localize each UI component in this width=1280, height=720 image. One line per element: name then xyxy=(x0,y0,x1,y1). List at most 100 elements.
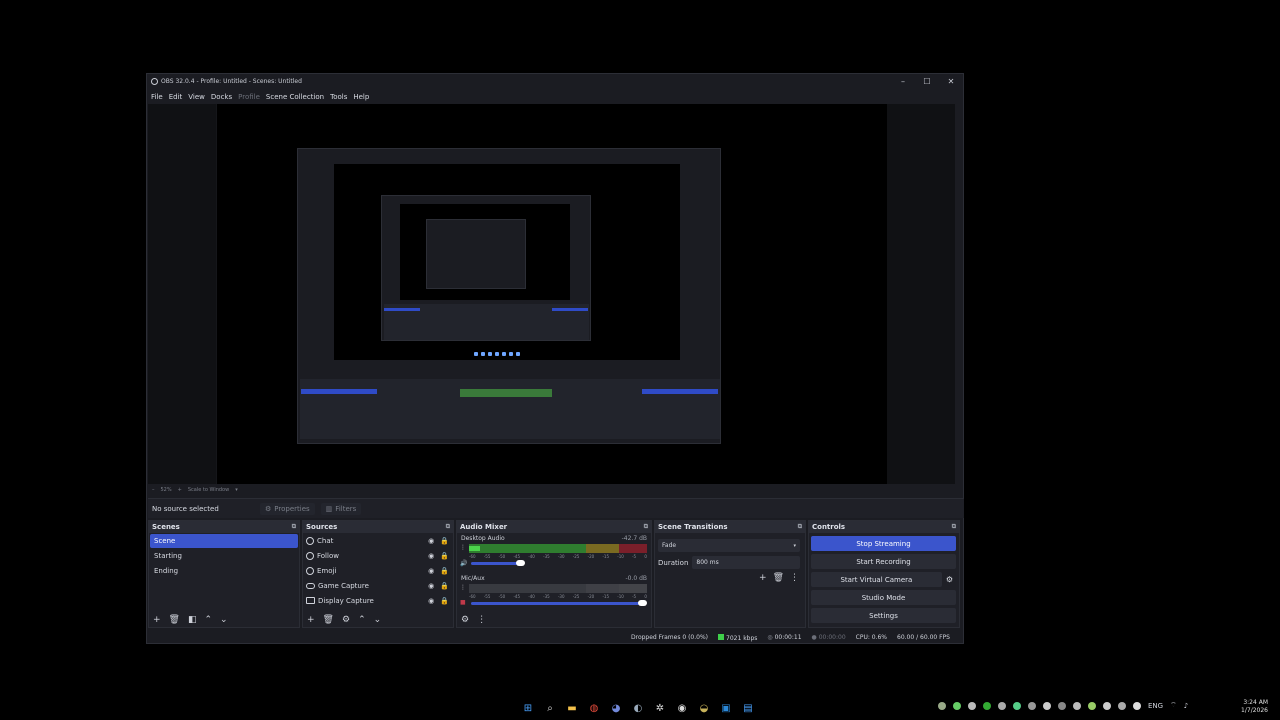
filters-button[interactable]: ▥ Filters xyxy=(320,502,362,515)
add-icon[interactable]: + xyxy=(759,573,767,583)
lock-icon[interactable]: 🔒 xyxy=(440,582,449,590)
menu-dots-icon[interactable]: ⋮ xyxy=(477,615,486,625)
arrow-down-icon[interactable]: ⌄ xyxy=(220,615,228,625)
tray-app-icon[interactable] xyxy=(1073,701,1081,710)
filter-icon[interactable]: ◧ xyxy=(188,615,197,625)
lock-icon[interactable]: 🔒 xyxy=(440,597,449,605)
app-icon[interactable]: ◒ xyxy=(696,700,712,716)
tray-app-icon[interactable] xyxy=(1058,701,1066,710)
scale-mode-select[interactable]: Scale to Window xyxy=(188,487,229,493)
slider-knob[interactable] xyxy=(516,560,525,566)
photos-icon[interactable]: ▤ xyxy=(740,700,756,716)
gear-icon[interactable]: ⚙ xyxy=(461,615,469,625)
language-indicator[interactable]: ENG xyxy=(1148,702,1163,710)
menu-profile[interactable]: Profile xyxy=(238,93,260,101)
zoom-in-button[interactable]: + xyxy=(178,487,182,493)
source-item-display-capture[interactable]: Display Capture ◉ 🔒 xyxy=(303,593,453,608)
chevron-down-icon[interactable]: ▾ xyxy=(235,487,238,493)
menu-tools[interactable]: Tools xyxy=(330,93,347,101)
undock-icon[interactable]: ⧉ xyxy=(798,523,802,531)
trash-icon[interactable]: 🗑 xyxy=(773,573,784,583)
menu-dots-icon[interactable]: ⋮ xyxy=(460,584,466,591)
lock-icon[interactable]: 🔒 xyxy=(440,567,449,575)
speaker-muted-icon[interactable]: ■ xyxy=(460,599,466,606)
add-icon[interactable]: + xyxy=(153,615,161,625)
menu-docks[interactable]: Docks xyxy=(211,93,232,101)
tray-app-icon[interactable] xyxy=(1013,701,1021,710)
tray-app-icon[interactable] xyxy=(1043,701,1051,710)
properties-button[interactable]: ⚙ Properties xyxy=(260,502,315,515)
close-button[interactable]: ✕ xyxy=(939,77,963,86)
settings-icon[interactable]: ✲ xyxy=(652,700,668,716)
maximize-button[interactable]: ☐ xyxy=(915,77,939,86)
chrome-icon[interactable]: ◍ xyxy=(586,700,602,716)
menu-help[interactable]: Help xyxy=(353,93,369,101)
gear-icon[interactable]: ⚙ xyxy=(342,615,350,625)
add-icon[interactable]: + xyxy=(307,615,315,625)
preview-canvas[interactable] xyxy=(217,104,887,484)
mic-icon[interactable] xyxy=(1133,701,1141,710)
undock-icon[interactable]: ⧉ xyxy=(446,523,450,531)
arrow-up-icon[interactable]: ⌃ xyxy=(358,615,366,625)
lock-icon[interactable]: 🔒 xyxy=(440,537,449,545)
volume-slider[interactable] xyxy=(471,600,647,606)
file-explorer-icon[interactable]: ▬ xyxy=(564,700,580,716)
trash-icon[interactable]: 🗑 xyxy=(323,615,334,625)
undock-icon[interactable]: ⧉ xyxy=(644,523,648,531)
undock-icon[interactable]: ⧉ xyxy=(952,523,956,531)
tray-app-icon[interactable] xyxy=(983,701,991,710)
word-icon[interactable]: ▣ xyxy=(718,700,734,716)
stop-streaming-button[interactable]: Stop Streaming xyxy=(811,536,956,551)
trash-icon[interactable]: 🗑 xyxy=(169,615,180,625)
settings-button[interactable]: Settings xyxy=(811,608,956,623)
source-item-chat[interactable]: Chat ◉ 🔒 xyxy=(303,533,453,548)
source-item-follow[interactable]: Follow ◉ 🔒 xyxy=(303,548,453,563)
windows-start-icon[interactable]: ⊞ xyxy=(520,700,536,716)
tray-app-icon[interactable] xyxy=(998,701,1006,710)
scene-item-ending[interactable]: Ending xyxy=(150,564,298,578)
tray-app-icon[interactable] xyxy=(953,701,961,710)
menu-dots-icon[interactable]: ⋮ xyxy=(460,544,466,551)
menu-edit[interactable]: Edit xyxy=(169,93,183,101)
source-item-game-capture[interactable]: Game Capture ◉ 🔒 xyxy=(303,578,453,593)
eye-icon[interactable]: ◉ xyxy=(428,582,434,590)
volume-slider[interactable] xyxy=(471,560,525,566)
steam-icon[interactable]: ◐ xyxy=(630,700,646,716)
tray-app-icon[interactable] xyxy=(1118,701,1126,710)
tray-app-icon[interactable] xyxy=(938,701,946,710)
menu-file[interactable]: File xyxy=(151,93,163,101)
tray-app-icon[interactable] xyxy=(968,701,976,710)
eye-icon[interactable]: ◉ xyxy=(428,552,434,560)
scene-item-scene[interactable]: Scene xyxy=(150,534,298,548)
volume-icon[interactable]: ♪ xyxy=(1184,702,1188,710)
menu-view[interactable]: View xyxy=(188,93,205,101)
minimize-button[interactable]: – xyxy=(891,77,915,86)
scene-item-starting[interactable]: Starting xyxy=(150,549,298,563)
gear-icon[interactable]: ⚙ xyxy=(946,575,953,584)
zoom-out-button[interactable]: – xyxy=(152,487,155,493)
menu-scene-collection[interactable]: Scene Collection xyxy=(266,93,324,101)
eye-icon[interactable]: ◉ xyxy=(428,567,434,575)
eye-icon[interactable]: ◉ xyxy=(428,597,434,605)
lock-icon[interactable]: 🔒 xyxy=(440,552,449,560)
search-icon[interactable]: ⌕ xyxy=(542,700,558,716)
preview-area[interactable] xyxy=(148,104,955,484)
transition-select[interactable]: Fade ▾ xyxy=(658,539,800,552)
start-recording-button[interactable]: Start Recording xyxy=(811,554,956,569)
undock-icon[interactable]: ⧉ xyxy=(292,523,296,531)
slider-knob[interactable] xyxy=(638,600,647,606)
menu-dots-icon[interactable]: ⋮ xyxy=(790,573,799,583)
duration-input[interactable]: 800 ms xyxy=(692,556,800,569)
obs-taskbar-icon[interactable]: ◉ xyxy=(674,700,690,716)
wifi-icon[interactable]: ⌔ xyxy=(1170,701,1177,710)
studio-mode-button[interactable]: Studio Mode xyxy=(811,590,956,605)
source-item-emoji[interactable]: Emoji ◉ 🔒 xyxy=(303,563,453,578)
arrow-up-icon[interactable]: ⌃ xyxy=(205,615,213,625)
tray-app-icon[interactable] xyxy=(1028,701,1036,710)
speaker-icon[interactable]: 🔊 xyxy=(460,560,467,567)
clock[interactable]: 3:24 AM 1/7/2026 xyxy=(1241,699,1268,715)
tray-app-icon[interactable] xyxy=(1088,701,1096,710)
arrow-down-icon[interactable]: ⌄ xyxy=(374,615,382,625)
tray-app-icon[interactable] xyxy=(1103,701,1111,710)
start-virtual-camera-button[interactable]: Start Virtual Camera xyxy=(811,572,942,587)
